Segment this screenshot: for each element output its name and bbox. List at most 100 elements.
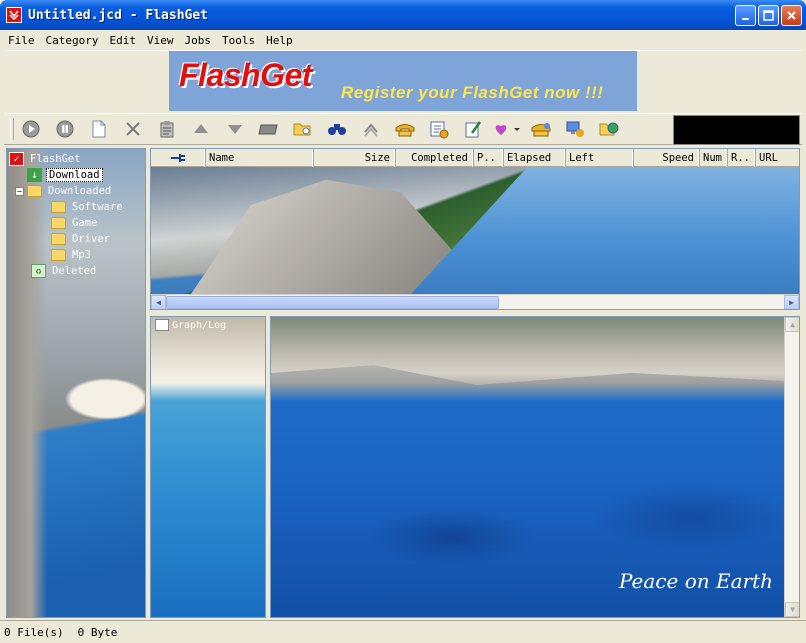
tree-root[interactable]: ✓ FlashGet <box>9 151 125 167</box>
new-button[interactable] <box>82 116 116 142</box>
tree-item-label: Downloaded <box>48 185 112 197</box>
menu-edit[interactable]: Edit <box>109 34 136 47</box>
tree-item-label: Game <box>72 217 98 229</box>
folder-icon <box>51 217 66 229</box>
menu-file[interactable]: File <box>8 34 35 47</box>
maximize-button[interactable] <box>758 5 779 26</box>
open-folder-icon <box>293 123 311 136</box>
delete-icon <box>126 122 140 136</box>
edit-icon <box>465 121 482 138</box>
tree-item-mp3[interactable]: Mp3 <box>9 247 125 263</box>
category-tree-pane[interactable]: ✓ FlashGet ↓ Download − Downloaded Softw… <box>6 148 146 618</box>
drop-target-box[interactable] <box>673 115 800 145</box>
vertical-scrollbar[interactable]: ▲ ▼ <box>784 317 799 617</box>
status-file-count: 0 File(s) <box>4 625 64 639</box>
pause-button[interactable] <box>48 116 82 142</box>
close-button[interactable] <box>781 5 802 26</box>
column-elapsed[interactable]: Elapsed <box>503 149 565 167</box>
dial-button[interactable] <box>388 116 422 142</box>
minimize-button[interactable] <box>735 5 756 26</box>
menu-category[interactable]: Category <box>46 34 99 47</box>
scroll-right-icon[interactable]: ▶ <box>784 295 799 309</box>
speed-icon <box>364 123 378 137</box>
collapse-icon[interactable]: − <box>15 186 24 196</box>
scroll-down-icon[interactable]: ▼ <box>785 602 799 617</box>
tree-item-game[interactable]: Game <box>9 215 125 231</box>
window-title: Untitled.jcd - FlashGet <box>28 7 209 23</box>
scroll-up-icon[interactable]: ▲ <box>785 317 799 332</box>
column-speed[interactable]: Speed <box>633 149 699 167</box>
column-percent[interactable]: P.. <box>473 149 503 167</box>
move-down-icon <box>228 125 242 134</box>
graph-log-pane[interactable]: Graph/Log <box>150 316 266 618</box>
settings-icon <box>430 121 449 139</box>
title-bar: Untitled.jcd - FlashGet <box>0 0 806 30</box>
flashget-app-icon[interactable] <box>6 7 22 23</box>
column-completed[interactable]: Completed <box>395 149 473 167</box>
network-icon <box>566 121 584 137</box>
dialup-button[interactable] <box>524 116 558 142</box>
properties-button[interactable] <box>150 116 184 142</box>
tree-item-label: Mp3 <box>72 249 91 261</box>
tree-item-deleted[interactable]: ♻ Deleted <box>9 263 125 279</box>
scroll-thumb[interactable] <box>166 296 499 309</box>
column-status[interactable] <box>151 149 205 167</box>
site-explorer-button[interactable] <box>592 116 626 142</box>
list-header: Name Size Completed P.. Elapsed Left Spe… <box>151 149 799 167</box>
tree-root-label: FlashGet <box>30 153 81 165</box>
edit-button[interactable] <box>456 116 490 142</box>
favorites-button[interactable] <box>490 116 524 142</box>
phone-icon <box>395 124 415 137</box>
main-area: ✓ FlashGet ↓ Download − Downloaded Softw… <box>4 146 802 620</box>
graph-icon <box>155 319 169 331</box>
toolbar <box>4 113 802 145</box>
tree-item-driver[interactable]: Driver <box>9 231 125 247</box>
tree-item-software[interactable]: Software <box>9 199 125 215</box>
menu-help[interactable]: Help <box>266 34 293 47</box>
column-num[interactable]: Num <box>699 149 727 167</box>
menu-tools[interactable]: Tools <box>222 34 255 47</box>
play-icon <box>22 120 40 138</box>
options-button[interactable] <box>422 116 456 142</box>
column-url[interactable]: URL <box>755 149 799 167</box>
column-size[interactable]: Size <box>313 149 395 167</box>
speed-button[interactable] <box>354 116 388 142</box>
dialup-icon <box>531 123 551 137</box>
move-down-button[interactable] <box>218 116 252 142</box>
network-button[interactable] <box>558 116 592 142</box>
info-pane[interactable]: Peace on Earth ▲ ▼ <box>270 316 800 618</box>
folder-icon <box>51 233 66 245</box>
photo-caption: Peace on Earth <box>619 569 773 593</box>
open-folder-button[interactable] <box>286 116 320 142</box>
heart-icon <box>495 125 520 135</box>
pause-icon <box>56 120 74 138</box>
banner-tagline: Register your FlashGet now !!! <box>341 83 604 102</box>
ad-banner[interactable]: FlashGet Register your FlashGet now !!! <box>169 51 637 111</box>
drop-zone-button[interactable] <box>252 116 286 142</box>
download-icon: ↓ <box>27 168 42 182</box>
binoculars-icon <box>328 124 346 135</box>
start-button[interactable] <box>14 116 48 142</box>
graph-log-tab[interactable]: Graph/Log <box>155 319 226 331</box>
menu-jobs[interactable]: Jobs <box>184 34 211 47</box>
tree-item-download[interactable]: ↓ Download <box>9 167 125 183</box>
recycle-bin-icon: ♻ <box>31 264 46 278</box>
menu-view[interactable]: View <box>147 34 174 47</box>
flashget-root-icon: ✓ <box>9 152 24 166</box>
scroll-left-icon[interactable]: ◀ <box>151 295 166 309</box>
job-list-pane[interactable]: Name Size Completed P.. Elapsed Left Spe… <box>150 148 800 310</box>
clipboard-icon <box>160 121 174 138</box>
minimize-icon <box>741 17 749 20</box>
column-resume[interactable]: R.. <box>727 149 755 167</box>
horizontal-scrollbar[interactable]: ◀ ▶ <box>151 294 799 309</box>
banner-logo: FlashGet <box>179 57 312 93</box>
column-name[interactable]: Name <box>205 149 313 167</box>
find-button[interactable] <box>320 116 354 142</box>
tree-item-downloaded[interactable]: − Downloaded <box>9 183 125 199</box>
tree-item-label: Software <box>72 201 123 213</box>
delete-button[interactable] <box>116 116 150 142</box>
move-up-button[interactable] <box>184 116 218 142</box>
status-bar: 0 File(s) 0 Byte <box>0 620 806 643</box>
column-left[interactable]: Left <box>565 149 633 167</box>
graph-log-label: Graph/Log <box>172 319 227 331</box>
